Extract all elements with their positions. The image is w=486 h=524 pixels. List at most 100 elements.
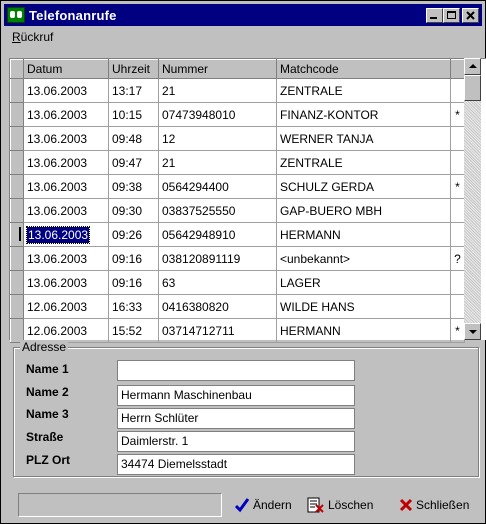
row-indicator[interactable] (10, 78, 24, 103)
cell-nummer: 03714712711 (158, 318, 277, 343)
minimize-button[interactable] (426, 7, 443, 23)
table-row-selected[interactable]: 13.06.2003 09:26 05642948910 HERMANN (10, 222, 465, 247)
cell-datum: 13.06.2003 (23, 150, 109, 175)
table-row[interactable]: 13.06.2003 09:48 12 WERNER TANJA (10, 126, 465, 151)
cell-nummer: 03837525550 (158, 198, 277, 223)
vertical-scrollbar[interactable] (464, 58, 481, 340)
plz-ort-field[interactable]: 34474 Diemelsstadt (117, 454, 355, 475)
column-header-datum[interactable]: Datum (23, 59, 109, 79)
table-row[interactable]: 12.06.2003 15:52 03714712711 HERMANN * (10, 318, 465, 343)
column-header-flag[interactable] (450, 59, 465, 79)
window-controls (426, 7, 479, 23)
row-indicator[interactable] (10, 294, 24, 319)
cell-uhrzeit: 09:30 (108, 198, 159, 223)
name1-field[interactable] (117, 360, 355, 381)
row-indicator[interactable] (10, 270, 24, 295)
table-row[interactable]: 13.06.2003 09:16 038120891119 <unbekannt… (10, 246, 465, 271)
window-title: Telefonanrufe (29, 7, 117, 23)
table-row[interactable]: 12.06.2003 16:33 0416380820 WILDE HANS (10, 294, 465, 319)
minimize-icon (430, 16, 437, 19)
loeschen-label: Löschen (328, 498, 374, 512)
cell-uhrzeit: 16:33 (108, 294, 159, 319)
row-indicator[interactable] (10, 102, 24, 127)
cell-uhrzeit: 09:38 (108, 174, 159, 199)
arrow-down-icon (469, 330, 477, 334)
row-indicator[interactable] (10, 174, 24, 199)
cell-nummer: 038120891119 (158, 246, 277, 271)
cell-nummer: 05642948910 (158, 222, 277, 247)
strasse-field[interactable]: Daimlerstr. 1 (117, 431, 355, 452)
row-indicator[interactable] (10, 246, 24, 271)
arrow-up-icon (469, 64, 477, 68)
cell-flag: * (450, 174, 465, 199)
scroll-thumb[interactable] (464, 75, 481, 101)
cell-matchcode: GAP-BUERO MBH (276, 198, 451, 223)
row-indicator[interactable] (10, 126, 24, 151)
cell-flag (450, 126, 465, 151)
cell-datum: 13.06.2003 (23, 246, 109, 271)
loeschen-button[interactable]: Löschen (307, 493, 373, 517)
cell-flag (450, 78, 465, 103)
calls-grid[interactable]: Datum Uhrzeit Nummer Matchcode 13.06.200… (9, 58, 486, 343)
cell-uhrzeit: 09:26 (108, 222, 159, 247)
schliessen-button[interactable]: Schließen (399, 493, 469, 517)
cell-nummer: 12 (158, 126, 277, 151)
row-indicator[interactable] (10, 198, 24, 223)
column-header-uhrzeit[interactable]: Uhrzeit (108, 59, 159, 79)
cell-matchcode: LAGER (276, 270, 451, 295)
cell-matchcode: <unbekannt> (276, 246, 451, 271)
header-indicator (10, 59, 24, 79)
cell-matchcode: SCHULZ GERDA (276, 174, 451, 199)
cell-uhrzeit: 10:15 (108, 102, 159, 127)
cell-uhrzeit: 09:16 (108, 246, 159, 271)
cell-nummer: 63 (158, 270, 277, 295)
cell-datum: 12.06.2003 (23, 294, 109, 319)
phone-icon (7, 7, 25, 23)
checkmark-icon (234, 498, 250, 513)
close-icon (466, 10, 475, 20)
cell-datum: 13.06.2003 (23, 270, 109, 295)
calls-table: Datum Uhrzeit Nummer Matchcode 13.06.200… (10, 59, 465, 343)
name2-label: Name 2 (26, 385, 69, 399)
cell-flag (450, 294, 465, 319)
cell-uhrzeit: 15:52 (108, 318, 159, 343)
row-indicator[interactable] (10, 150, 24, 175)
cell-flag (450, 150, 465, 175)
cell-matchcode: ZENTRALE (276, 78, 451, 103)
table-row[interactable]: 13.06.2003 09:47 21 ZENTRALE (10, 150, 465, 175)
cell-datum: 12.06.2003 (23, 318, 109, 343)
cell-uhrzeit: 13:17 (108, 78, 159, 103)
menu-rueckruf-mnemonic: R (12, 30, 21, 44)
menu-bar: Rückruf (4, 27, 482, 47)
table-row[interactable]: 13.06.2003 10:15 07473948010 FINANZ-KONT… (10, 102, 465, 127)
cell-nummer: 0564294400 (158, 174, 277, 199)
scroll-down-button[interactable] (464, 323, 481, 340)
cell-matchcode: WERNER TANJA (276, 126, 451, 151)
scroll-up-button[interactable] (464, 58, 481, 75)
cell-flag (450, 198, 465, 223)
name2-field[interactable]: Hermann Maschinenbau (117, 385, 355, 406)
column-header-matchcode[interactable]: Matchcode (276, 59, 451, 79)
telefonanrufe-window: Telefonanrufe Rückruf Datum Uhrzeit Numm… (0, 0, 486, 524)
aendern-button[interactable]: Ändern (234, 493, 292, 517)
row-indicator[interactable] (10, 222, 24, 247)
table-row[interactable]: 13.06.2003 13:17 21 ZENTRALE (10, 78, 465, 103)
menu-rueckruf-rest: ückruf (20, 30, 54, 44)
cell-nummer: 21 (158, 78, 277, 103)
delete-document-icon (307, 497, 324, 513)
menu-rueckruf[interactable]: Rückruf (12, 30, 53, 44)
row-indicator[interactable] (10, 318, 24, 343)
header-row: Datum Uhrzeit Nummer Matchcode (10, 59, 465, 79)
cell-uhrzeit: 09:47 (108, 150, 159, 175)
cell-uhrzeit: 09:48 (108, 126, 159, 151)
table-row[interactable]: 13.06.2003 09:38 0564294400 SCHULZ GERDA… (10, 174, 465, 199)
cell-datum: 13.06.2003 (23, 126, 109, 151)
cell-datum: 13.06.2003 (23, 198, 109, 223)
column-header-nummer[interactable]: Nummer (158, 59, 277, 79)
table-row[interactable]: 13.06.2003 09:16 63 LAGER (10, 270, 465, 295)
title-bar[interactable]: Telefonanrufe (4, 4, 482, 26)
maximize-button[interactable] (443, 7, 460, 23)
name3-field[interactable]: Herrn Schlüter (117, 408, 355, 429)
table-row[interactable]: 13.06.2003 09:30 03837525550 GAP-BUERO M… (10, 198, 465, 223)
close-button[interactable] (462, 7, 479, 23)
